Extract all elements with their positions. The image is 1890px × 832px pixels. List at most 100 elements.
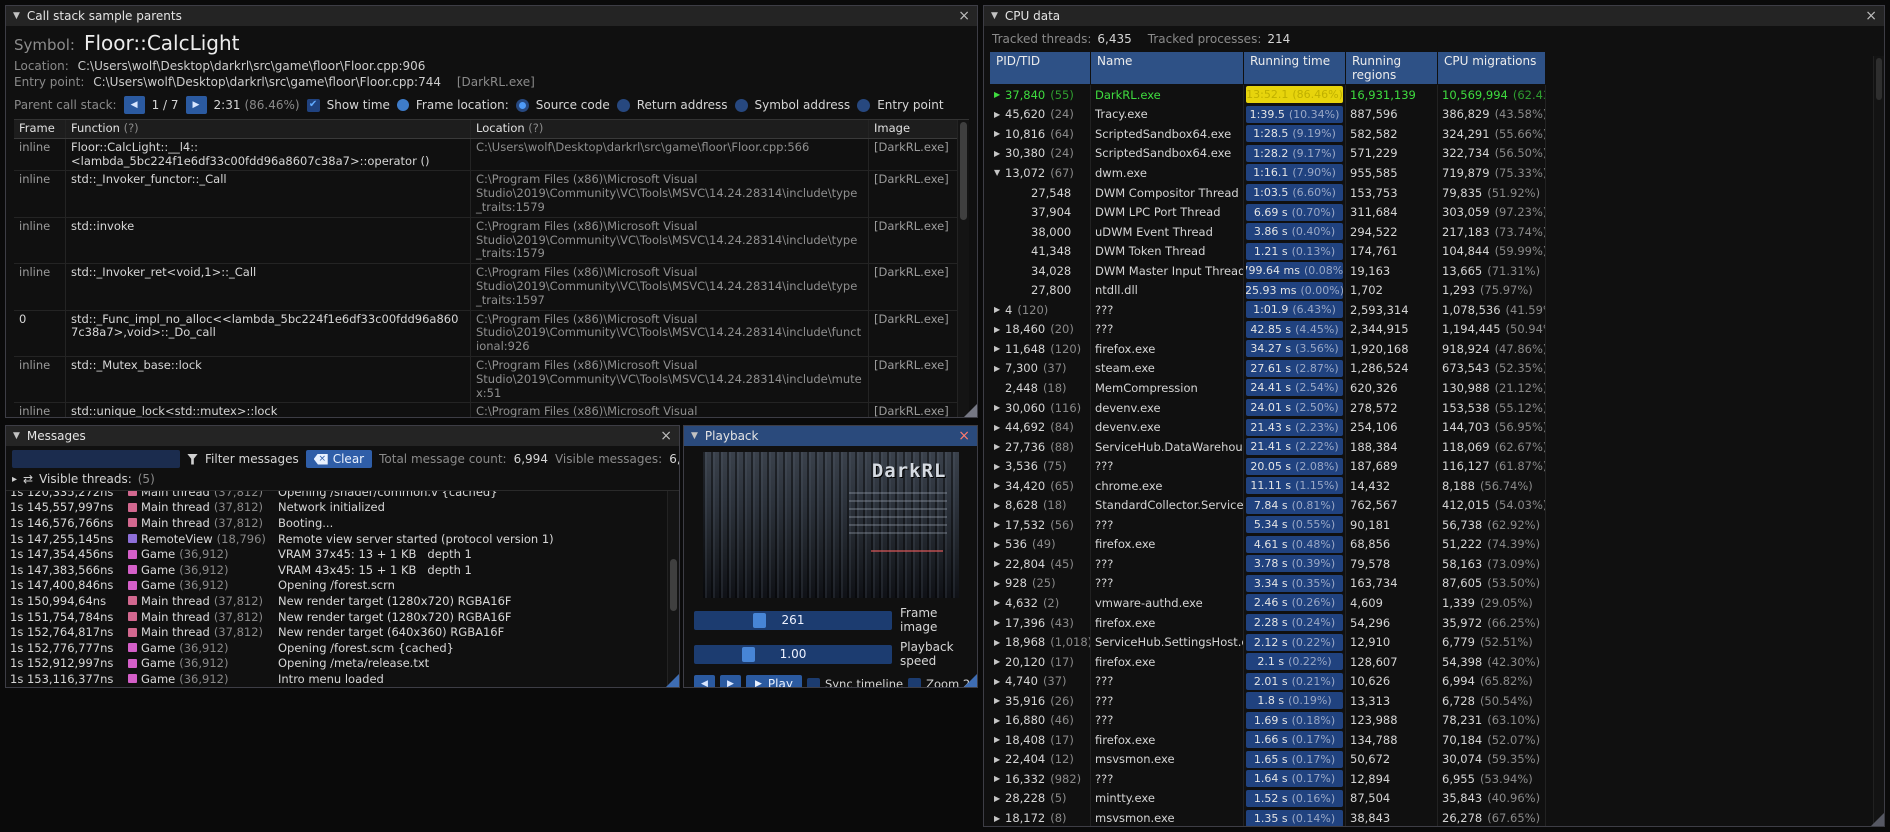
expand-arrow-icon[interactable]: ▶ — [994, 598, 1005, 607]
radio-source-code[interactable] — [515, 98, 529, 112]
header-image[interactable]: Image — [869, 120, 957, 138]
prev-parent-button[interactable]: ◀ — [123, 96, 145, 114]
cpu-row[interactable]: 34,028 DWM Master Input Thread 799.64 ms (0… — [990, 260, 1878, 281]
show-time-checkbox[interactable]: ✔ — [306, 98, 320, 112]
collapse-arrow-icon[interactable]: ▼ — [13, 431, 20, 441]
cpu-row[interactable]: ▶ 8,628 (18) StandardCollector.Service.e 7.8… — [990, 495, 1878, 516]
messages-titlebar[interactable]: ▼ Messages × — [6, 426, 679, 446]
collapse-arrow-icon[interactable]: ▼ — [691, 431, 698, 441]
expand-arrow-icon[interactable]: ▶ — [994, 559, 1005, 568]
scrollbar-thumb[interactable] — [960, 122, 967, 220]
expand-arrow-icon[interactable]: ▶ — [994, 462, 1005, 471]
expand-arrow-icon[interactable]: ▶ — [994, 110, 1005, 119]
cpu-row[interactable]: ▶ 22,404 (12) msvsmon.exe 1.65 s (0.17%) 50,67… — [990, 749, 1878, 770]
expand-arrow-icon[interactable]: ▼ — [994, 168, 1005, 177]
cpu-row[interactable]: ▶ 16,880 (46)??? 1.69 s (0.18%) 123,988 78,231… — [990, 710, 1878, 731]
cpu-row[interactable]: 37,904 DWM LPC Port Thread 6.69 s (0.70%) 31… — [990, 202, 1878, 222]
cpu-row[interactable]: ▶ 35,916 (26)??? 1.8 s (0.19%) 13,313 6,728 (50… — [990, 690, 1878, 711]
callstack-row[interactable]: inline std::invoke C:\Program Files (x86)\… — [14, 217, 957, 265]
expand-arrow-icon[interactable]: ▶ — [994, 638, 1005, 647]
next-parent-button[interactable]: ▶ — [185, 96, 207, 114]
cpu-row[interactable]: 41,348 DWM Token Thread 1.21 s (0.13%) 174,7… — [990, 241, 1878, 261]
cpu-row[interactable]: ▶ 28,228 (5) mintty.exe 1.52 s (0.16%) 87,504 3… — [990, 788, 1878, 809]
message-row[interactable]: 1s 151,754,784ns Main thread (37,812) New r… — [6, 609, 667, 625]
expand-arrow-icon[interactable]: ▶ — [994, 481, 1005, 490]
header-function[interactable]: Function (?) — [66, 120, 471, 138]
sync-timeline-checkbox[interactable] — [806, 677, 820, 687]
cpu-row[interactable]: ▶ 928 (25)??? 3.34 s (0.35%) 163,734 87,605 (53… — [990, 573, 1878, 594]
close-icon[interactable]: × — [1865, 9, 1877, 23]
resize-grip[interactable] — [964, 674, 977, 687]
expand-arrow-icon[interactable]: ▶ — [994, 364, 1005, 373]
cpu-row[interactable]: ▶ 30,380 (24) ScriptedSandbox64.exe 1:28.2 (9… — [990, 143, 1878, 164]
callstack-row[interactable]: inline std::_Invoker_functor::_Call C:\Pro… — [14, 171, 957, 218]
cpu-row[interactable]: ▶ 20,120 (17) firefox.exe 2.1 s (0.22%) 128,60… — [990, 651, 1878, 672]
play-button[interactable]: ▶ Play — [746, 675, 802, 687]
message-row[interactable]: 1s 145,557,997ns Main thread (37,812) Netwo… — [6, 500, 667, 516]
message-row[interactable]: 1s 153,116,377ns Game (36,912) Intro menu l… — [6, 671, 667, 687]
callstack-scrollbar[interactable] — [957, 120, 969, 417]
expand-arrow-icon[interactable]: ▶ — [994, 442, 1005, 451]
playback-speed-slider[interactable]: 1.00 — [694, 644, 892, 664]
resize-grip[interactable] — [1871, 813, 1884, 826]
message-row[interactable]: 1s 150,994,64ns Main thread (37,812) New re… — [6, 593, 667, 609]
expand-arrow-icon[interactable]: ▶ — [994, 814, 1005, 823]
expand-arrow-icon[interactable]: ▶ — [994, 325, 1005, 334]
cpu-row[interactable]: ▶ 18,172 (8) msvsmon.exe 1.35 s (0.14%) 38,843… — [990, 808, 1878, 826]
header-running-time[interactable]: Running time — [1244, 52, 1345, 84]
resize-grip[interactable] — [666, 674, 679, 687]
header-name[interactable]: Name — [1091, 52, 1243, 84]
callstack-row[interactable]: inline std::_Invoker_ret<void,1>::_Call C:… — [14, 264, 957, 311]
cpu-titlebar[interactable]: ▼ CPU data × — [984, 6, 1884, 26]
clear-button[interactable]: × Clear — [305, 450, 373, 468]
cpu-row[interactable]: ▶ 11,648 (120) firefox.exe 34.27 s (3.56%) 1,9… — [990, 339, 1878, 359]
expand-arrow-icon[interactable]: ▶ — [994, 716, 1005, 725]
zoom-2x-checkbox[interactable] — [908, 677, 922, 687]
cpu-row[interactable]: ▶ 27,736 (88) ServiceHub.DataWarehouse 21.41… — [990, 436, 1878, 457]
expand-arrow-icon[interactable]: ▶ — [994, 696, 1005, 705]
scrollbar-thumb[interactable] — [670, 559, 677, 611]
prev-frame-button[interactable]: ◀ — [694, 675, 715, 687]
message-row[interactable]: 1s 147,400,846ns Game (36,912) Opening /for… — [6, 578, 667, 594]
expand-arrow-icon[interactable]: ▶ — [994, 149, 1005, 158]
cpu-row[interactable]: 27,800 ntdll.dll 25.93 ms (0.00%) 1,702 1,293… — [990, 280, 1878, 301]
frame-image-slider[interactable]: 261 — [694, 610, 892, 630]
expand-arrow-icon[interactable]: ▶ — [994, 540, 1005, 549]
radio-symbol-address[interactable] — [734, 98, 748, 112]
expand-arrow-icon[interactable]: ▶ — [994, 618, 1005, 627]
header-pid-tid[interactable]: PID/TID — [990, 52, 1090, 84]
scrollbar-thumb[interactable] — [1876, 58, 1882, 100]
message-row[interactable]: 1s 147,255,145ns RemoteView (18,796) Remote… — [6, 531, 667, 547]
expand-arrow-icon[interactable]: ▶ — [994, 403, 1005, 412]
cpu-row[interactable]: ▶ 3,536 (75)??? 20.05 s (2.08%) 187,689 116,12… — [990, 456, 1878, 476]
shuffle-icon[interactable]: ⇄ — [23, 472, 33, 486]
cpu-row[interactable]: ▶ 4,632 (2) vmware-authd.exe 2.46 s (0.26%) 4,… — [990, 593, 1878, 613]
cpu-row[interactable]: ▶ 18,968 (1,018) ServiceHub.SettingsHost.ex… — [990, 632, 1878, 652]
playback-titlebar[interactable]: ▼ Playback × — [684, 426, 977, 446]
expand-arrow-icon[interactable]: ▶ — [994, 520, 1005, 529]
expand-arrow-icon[interactable]: ▶ — [994, 774, 1005, 783]
cpu-row[interactable]: ▶ 17,532 (56)??? 5.34 s (0.55%) 90,181 56,738(… — [990, 515, 1878, 535]
message-row[interactable]: 1s 152,764,817ns Main thread (37,812) New r… — [6, 624, 667, 640]
close-icon[interactable]: × — [958, 429, 970, 443]
close-icon[interactable]: × — [958, 9, 970, 23]
expand-arrow-icon[interactable]: ▶ — [994, 90, 1005, 99]
callstack-row[interactable]: inline std::unique_lock<std::mutex>::lock… — [14, 403, 957, 417]
tree-caret-icon[interactable]: ▸ — [12, 474, 17, 485]
header-cpu-migrations[interactable]: CPU migrations — [1438, 52, 1545, 84]
cpu-row[interactable]: ▶ 45,620 (24) Tracy.exe 1:39.5 (10.34%) 887,59… — [990, 104, 1878, 125]
cpu-row[interactable]: ▶ 17,396 (43) firefox.exe 2.28 s (0.24%) 54,29… — [990, 612, 1878, 633]
cpu-row[interactable]: ▶ 34,420 (65) chrome.exe 11.11 s (1.15%) 14,43… — [990, 475, 1878, 496]
close-icon[interactable]: × — [660, 429, 672, 443]
cpu-scrollbar[interactable] — [1873, 56, 1884, 824]
collapse-arrow-icon[interactable]: ▼ — [991, 11, 998, 21]
message-filter-input[interactable] — [12, 450, 180, 468]
expand-arrow-icon[interactable]: ▶ — [994, 129, 1005, 138]
header-running-regions[interactable]: Running regions — [1346, 52, 1437, 84]
cpu-row[interactable]: ▶ 22,804 (45)??? 3.78 s (0.39%) 79,578 58,163(… — [990, 554, 1878, 574]
message-row[interactable]: 1s 146,576,766ns Main thread (37,812) Booti… — [6, 515, 667, 531]
cpu-row[interactable]: 2,448 (18) MemCompression 24.41 s (2.54%) 620… — [990, 378, 1878, 398]
expand-arrow-icon[interactable]: ▶ — [994, 423, 1005, 432]
cpu-row[interactable]: ▼ 13,072 (67) dwm.exe 1:16.1 (7.90%) 955,585 71… — [990, 163, 1878, 183]
messages-scrollbar[interactable] — [667, 491, 679, 687]
